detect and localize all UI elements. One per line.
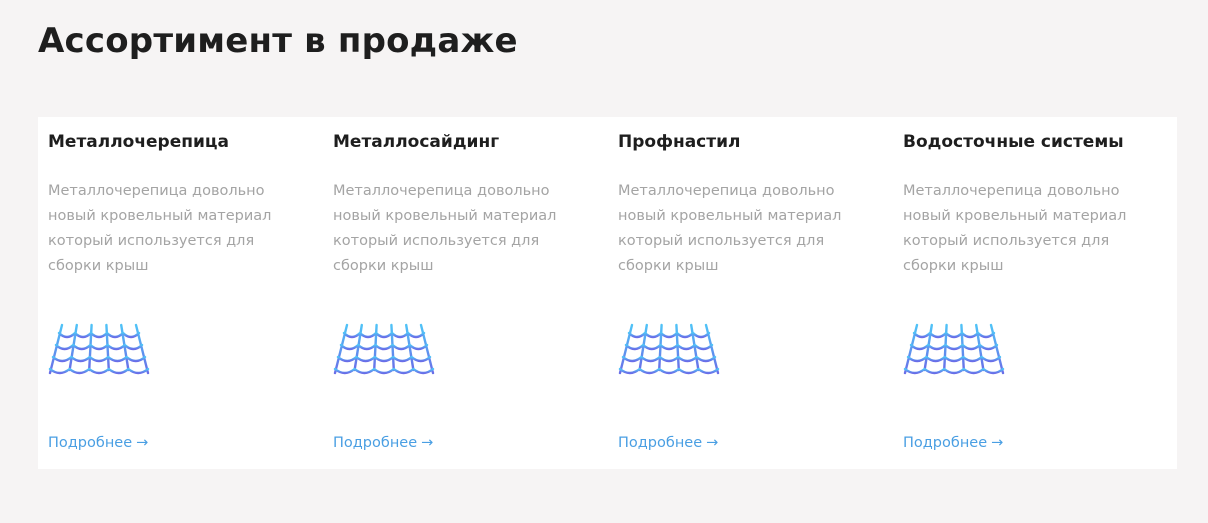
- card-title: Профнастил: [618, 132, 741, 152]
- arrow-right-icon: →: [991, 435, 1004, 451]
- more-link-label: Подробнее: [48, 435, 133, 451]
- more-link-label: Подробнее: [903, 435, 988, 451]
- card-description: Металлочерепица довольно новый кровельны…: [618, 183, 842, 274]
- metal-tile-roof-icon: [333, 323, 435, 375]
- card-description: Металлочерепица довольно новый кровельны…: [333, 183, 557, 274]
- arrow-right-icon: →: [421, 435, 434, 451]
- product-card-metal-tile: Металлочерепица Металлочерепица довольно…: [38, 117, 318, 469]
- product-card-profiled-sheet: Профнастил Металлочерепица довольно новы…: [608, 117, 888, 469]
- card-description: Металлочерепица довольно новый кровельны…: [903, 183, 1127, 274]
- metal-tile-roof-icon: [618, 323, 720, 375]
- more-link[interactable]: Подробнее →: [48, 433, 148, 453]
- more-link[interactable]: Подробнее →: [618, 433, 718, 453]
- more-link[interactable]: Подробнее →: [333, 433, 433, 453]
- card-title: Металлочерепица: [48, 132, 229, 152]
- section-title: Ассортимент в продаже: [38, 21, 518, 61]
- more-link-label: Подробнее: [618, 435, 703, 451]
- product-card-drainage-systems: Водосточные системы Металлочерепица дово…: [893, 117, 1173, 469]
- card-title: Металлосайдинг: [333, 132, 500, 152]
- arrow-right-icon: →: [136, 435, 149, 451]
- metal-tile-roof-icon: [903, 323, 1005, 375]
- metal-tile-roof-icon: [48, 323, 150, 375]
- card-description: Металлочерепица довольно новый кровельны…: [48, 183, 272, 274]
- more-link-label: Подробнее: [333, 435, 418, 451]
- card-title: Водосточные системы: [903, 132, 1124, 152]
- products-panel: Металлочерепица Металлочерепица довольно…: [38, 117, 1177, 469]
- product-card-metal-siding: Металлосайдинг Металлочерепица довольно …: [323, 117, 603, 469]
- more-link[interactable]: Подробнее →: [903, 433, 1003, 453]
- arrow-right-icon: →: [706, 435, 719, 451]
